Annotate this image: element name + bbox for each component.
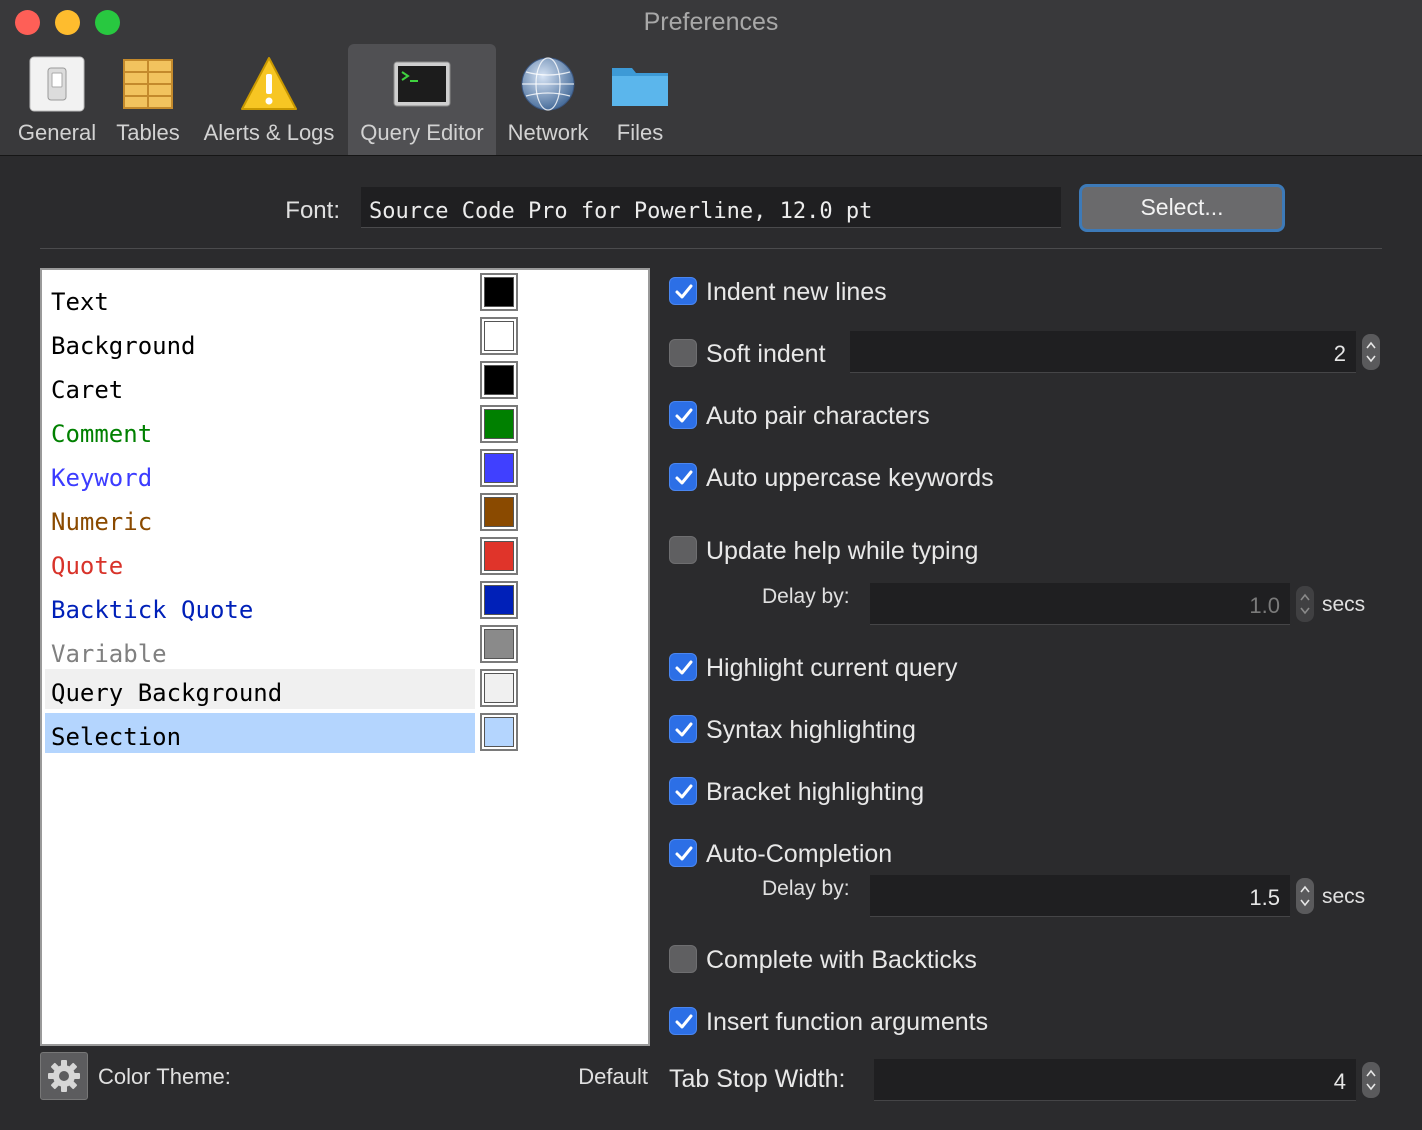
color-swatch-text[interactable] — [480, 273, 518, 311]
color-swatch-caret[interactable] — [480, 361, 518, 399]
color-item-caret[interactable]: Caret — [45, 366, 475, 406]
toolbar-label-files: Files — [616, 120, 664, 145]
complete-with-backticks-label: Complete with Backticks — [706, 946, 977, 974]
auto-completion-delay-stepper[interactable] — [1296, 878, 1314, 914]
bracket-highlighting-checkbox[interactable] — [669, 777, 697, 805]
auto-uppercase-keywords-checkbox[interactable] — [669, 463, 697, 491]
color-item-variable[interactable]: Variable — [45, 630, 475, 670]
indent-new-lines-checkbox[interactable] — [669, 277, 697, 305]
color-item-backtick-quote[interactable]: Backtick Quote — [45, 586, 475, 626]
window-title: Preferences — [643, 8, 779, 36]
auto-pair-characters-checkbox[interactable] — [669, 401, 697, 429]
toolbar-tab-tables[interactable]: Tables — [108, 44, 188, 155]
update-help-delay-label: Delay by: — [762, 585, 850, 608]
color-item-query-background[interactable]: Query Background — [45, 669, 475, 709]
update-help-label: Update help while typing — [706, 537, 979, 565]
color-swatch-selection[interactable] — [480, 713, 518, 751]
folder-icon — [612, 68, 668, 106]
indent-new-lines-label: Indent new lines — [706, 278, 887, 306]
soft-indent-field[interactable]: 2 — [850, 331, 1356, 373]
color-theme-value: Default — [578, 1064, 648, 1089]
globe-icon — [521, 57, 575, 111]
font-field: Source Code Pro for Powerline, 12.0 pt — [361, 187, 1061, 228]
toolbar-label-network: Network — [507, 120, 589, 145]
toolbar-tab-general[interactable]: General — [10, 44, 104, 155]
font-label: Font: — [285, 197, 340, 224]
toolbar-label-tables: Tables — [116, 120, 180, 145]
toolbar-label-alerts-logs: Alerts & Logs — [203, 120, 335, 145]
theme-actions-button[interactable] — [40, 1052, 88, 1100]
highlight-current-query-checkbox[interactable] — [669, 653, 697, 681]
table-icon — [123, 59, 173, 109]
title-bar: Preferences General Tables Alerts & Logs — [0, 0, 1422, 156]
color-swatch-numeric[interactable] — [480, 493, 518, 531]
terminal-icon — [393, 61, 451, 107]
color-item-numeric[interactable]: Numeric — [45, 498, 475, 538]
color-item-background[interactable]: Background — [45, 322, 475, 362]
syntax-highlighting-label: Syntax highlighting — [706, 716, 916, 744]
highlight-current-query-label: Highlight current query — [706, 654, 958, 682]
color-swatch-backtick-quote[interactable] — [480, 581, 518, 619]
insert-function-arguments-label: Insert function arguments — [706, 1008, 989, 1036]
color-item-keyword[interactable]: Keyword — [45, 454, 475, 494]
switch-icon — [29, 56, 85, 112]
toolbar-tab-files[interactable]: Files — [600, 44, 680, 155]
toolbar-tab-network[interactable]: Network — [500, 44, 596, 155]
auto-completion-delay-label: Delay by: — [762, 877, 850, 900]
color-item-text[interactable]: Text — [45, 278, 475, 318]
soft-indent-label: Soft indent — [706, 340, 826, 368]
soft-indent-checkbox[interactable] — [669, 339, 697, 367]
warning-icon — [241, 57, 297, 110]
complete-with-backticks-checkbox[interactable] — [669, 945, 697, 973]
auto-completion-checkbox[interactable] — [669, 839, 697, 867]
toolbar-label-general: General — [17, 120, 97, 145]
auto-pair-characters-label: Auto pair characters — [706, 402, 930, 430]
color-swatch-query-background[interactable] — [480, 669, 518, 707]
color-swatch-comment[interactable] — [480, 405, 518, 443]
color-item-comment[interactable]: Comment — [45, 410, 475, 450]
divider — [40, 248, 1382, 249]
update-help-delay-stepper[interactable] — [1296, 586, 1314, 622]
tab-stop-width-field[interactable]: 4 — [874, 1059, 1356, 1101]
toolbar-tab-query-editor[interactable]: Query Editor — [348, 44, 496, 155]
select-font-button[interactable]: Select... — [1079, 184, 1285, 232]
update-help-checkbox[interactable] — [669, 536, 697, 564]
auto-completion-label: Auto-Completion — [706, 840, 893, 868]
tab-stop-width-stepper[interactable] — [1362, 1062, 1380, 1098]
auto-uppercase-keywords-label: Auto uppercase keywords — [706, 464, 994, 492]
color-item-selection[interactable]: Selection — [45, 713, 475, 753]
color-list: Text Background Caret Comment Keyword Nu… — [40, 268, 650, 1046]
color-theme-label: Color Theme: — [98, 1064, 231, 1089]
soft-indent-stepper[interactable] — [1362, 334, 1380, 370]
gear-icon — [48, 1060, 80, 1092]
color-swatch-quote[interactable] — [480, 537, 518, 575]
tab-stop-width-label: Tab Stop Width: — [669, 1065, 846, 1093]
update-help-delay-unit: secs — [1322, 593, 1366, 616]
syntax-highlighting-checkbox[interactable] — [669, 715, 697, 743]
toolbar-tab-alerts-logs[interactable]: Alerts & Logs — [194, 44, 344, 155]
update-help-delay-field[interactable]: 1.0 — [870, 583, 1290, 625]
color-swatch-keyword[interactable] — [480, 449, 518, 487]
toolbar-label-query-editor: Query Editor — [360, 120, 484, 145]
color-swatch-variable[interactable] — [480, 625, 518, 663]
bracket-highlighting-label: Bracket highlighting — [706, 778, 925, 806]
color-swatch-background[interactable] — [480, 317, 518, 355]
auto-completion-delay-unit: secs — [1322, 885, 1366, 908]
auto-completion-delay-field[interactable]: 1.5 — [870, 875, 1290, 917]
color-item-quote[interactable]: Quote — [45, 542, 475, 582]
insert-function-arguments-checkbox[interactable] — [669, 1007, 697, 1035]
